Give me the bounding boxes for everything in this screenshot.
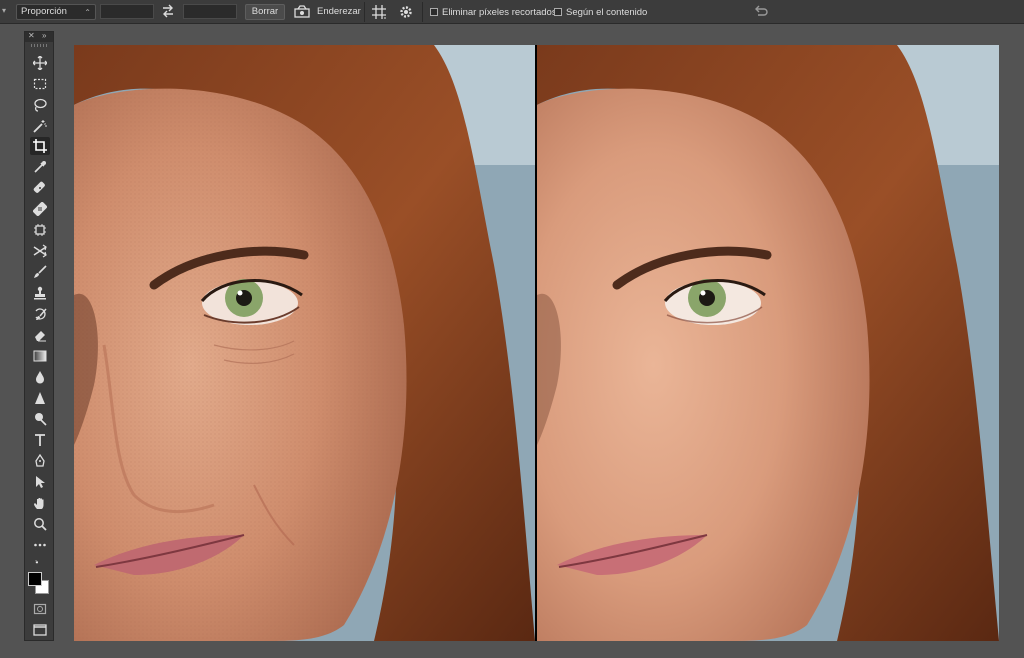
screen-mode-icon[interactable] [30,621,50,639]
gradient-tool-icon[interactable] [30,347,50,365]
portrait-before-image [74,45,535,641]
panel-grip[interactable] [31,44,49,47]
portrait-after-illustration [537,45,999,641]
checkbox-box[interactable] [430,8,438,16]
tools-panel-header: ✕ » [25,31,53,42]
color-swatches [27,560,53,598]
ratio-select[interactable]: Proporción ⌃ [16,4,96,20]
width-input[interactable] [100,4,154,19]
zoom-tool-icon[interactable] [30,515,50,533]
hand-tool-icon[interactable] [30,494,50,512]
delete-cropped-checkbox[interactable]: Eliminar píxeles recortados [430,6,557,18]
patch-tool-icon[interactable] [30,221,50,239]
gear-icon[interactable] [398,4,414,20]
crop-tool-icon[interactable] [30,137,50,155]
clear-button[interactable]: Borrar [245,4,285,20]
content-aware-checkbox[interactable]: Según el contenido [554,6,647,18]
history-brush-tool-icon[interactable] [30,305,50,323]
blur-tool-icon[interactable] [30,368,50,386]
swap-icon[interactable] [161,4,175,18]
more-tools-icon[interactable] [30,536,50,554]
options-bar: ▾ Proporción ⌃ Borrar Enderezar Eliminar… [0,0,1024,24]
magic-wand-tool-icon[interactable] [30,117,50,135]
delete-cropped-label: Eliminar píxeles recortados [442,6,557,18]
pen-tool-icon[interactable] [30,452,50,470]
collapse-icon[interactable]: » [42,31,46,40]
height-input[interactable] [183,4,237,19]
content-aware-move-icon[interactable] [30,242,50,260]
marquee-tool-icon[interactable] [30,75,50,93]
spot-healing-tool-icon[interactable] [30,179,50,197]
divider [364,2,365,22]
sharpen-tool-icon[interactable] [30,389,50,407]
quick-mask-icon[interactable] [30,600,50,618]
portrait-before-illustration [74,45,535,641]
ratio-select-value: Proporción [21,6,67,17]
content-aware-label: Según el contenido [566,6,648,18]
divider [422,2,423,22]
move-tool-icon[interactable] [30,54,50,72]
dodge-tool-icon[interactable] [30,410,50,428]
eraser-tool-icon[interactable] [30,326,50,344]
lasso-tool-icon[interactable] [30,96,50,114]
type-tool-icon[interactable] [30,431,50,449]
document-canvas[interactable] [74,45,999,641]
straighten-label[interactable]: Enderezar [317,6,361,17]
brush-tool-icon[interactable] [30,263,50,281]
checkbox-box[interactable] [554,8,562,16]
path-selection-tool-icon[interactable] [30,473,50,491]
healing-brush-tool-icon[interactable] [30,200,50,218]
portrait-after-image [537,45,999,641]
clone-stamp-tool-icon[interactable] [30,284,50,302]
eyedropper-tool-icon[interactable] [30,158,50,176]
foreground-color-swatch[interactable] [28,572,42,586]
straighten-icon[interactable] [294,5,310,18]
overlay-grid-icon[interactable] [371,4,387,20]
tools-panel: ✕ » [24,31,54,641]
close-icon[interactable]: ✕ [28,31,35,40]
chevron-down-icon: ⌃ [84,8,91,17]
chevron-down-icon[interactable]: ▾ [2,6,8,16]
reset-icon[interactable] [753,3,769,19]
